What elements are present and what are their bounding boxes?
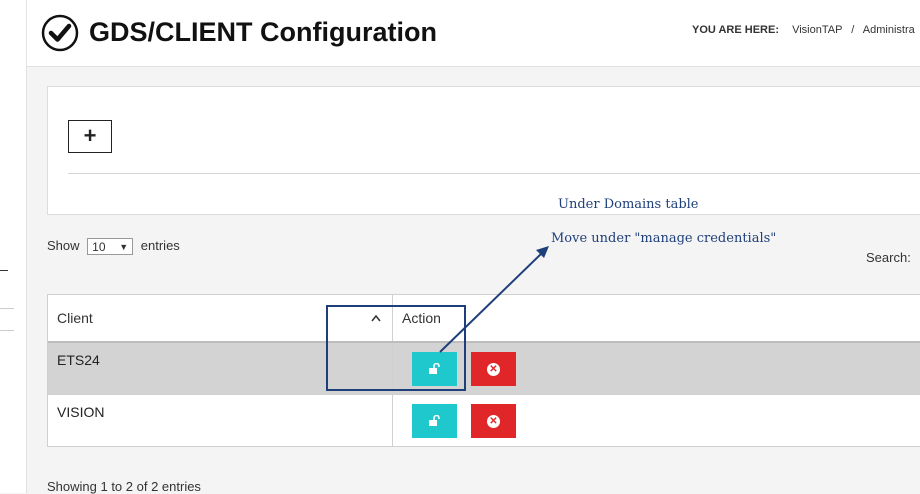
add-button[interactable]: + — [68, 120, 112, 153]
caret-down-icon: ▼ — [119, 242, 129, 253]
delete-button[interactable]: ✕ — [471, 404, 516, 438]
sidebar-divider — [0, 270, 8, 271]
times-circle-icon: ✕ — [487, 362, 500, 376]
table-row: VISION ✕ — [48, 395, 920, 447]
column-header-label: Action — [402, 310, 441, 326]
page-header: GDS/CLIENT Configuration YOU ARE HERE: V… — [27, 0, 920, 67]
left-sidebar — [0, 0, 27, 493]
breadcrumb-separator: / — [851, 24, 855, 36]
breadcrumb: YOU ARE HERE: VisionTAP / Administra — [692, 24, 915, 36]
delete-button[interactable]: ✕ — [471, 352, 516, 386]
table-info: Showing 1 to 2 of 2 entries — [47, 479, 201, 494]
page-title: GDS/CLIENT Configuration — [89, 17, 437, 47]
table-header: Client Action — [48, 294, 920, 343]
check-circle-icon — [41, 14, 79, 52]
client-cell: ETS24 — [48, 343, 393, 394]
entries-select[interactable]: 10 ▼ — [87, 238, 134, 256]
annotation-arrow-head — [536, 246, 549, 258]
column-header-client[interactable]: Client — [48, 295, 393, 341]
manage-credentials-button[interactable] — [412, 404, 457, 438]
entries-select-value: 10 — [92, 240, 106, 255]
annotation-under-domains: Under Domains table — [558, 197, 699, 212]
unlock-icon — [428, 363, 440, 374]
panel-divider — [68, 173, 920, 174]
client-cell: VISION — [48, 395, 393, 446]
config-panel: + — [47, 86, 920, 215]
times-circle-icon: ✕ — [487, 414, 500, 428]
length-menu: Show 10 ▼ entries — [47, 238, 180, 256]
search-label: Search: — [866, 250, 911, 265]
unlock-icon — [428, 415, 440, 426]
column-header-label: Client — [57, 310, 93, 326]
manage-credentials-button[interactable] — [412, 352, 457, 386]
breadcrumb-link-visiontap[interactable]: VisionTAP — [792, 24, 842, 36]
sidebar-divider — [0, 330, 14, 331]
column-header-action: Action — [393, 295, 920, 341]
breadcrumb-link-administration[interactable]: Administra — [863, 24, 915, 36]
annotation-move-under-credentials: Move under "manage credentials" — [551, 231, 777, 246]
show-label: Show — [47, 238, 80, 253]
sidebar-divider — [0, 308, 14, 309]
clients-table: Client Action ETS24 ✕ VISION ✕ — [47, 294, 920, 447]
breadcrumb-label: YOU ARE HERE: — [692, 24, 779, 36]
table-row: ETS24 ✕ — [48, 343, 920, 395]
entries-label: entries — [140, 238, 180, 253]
